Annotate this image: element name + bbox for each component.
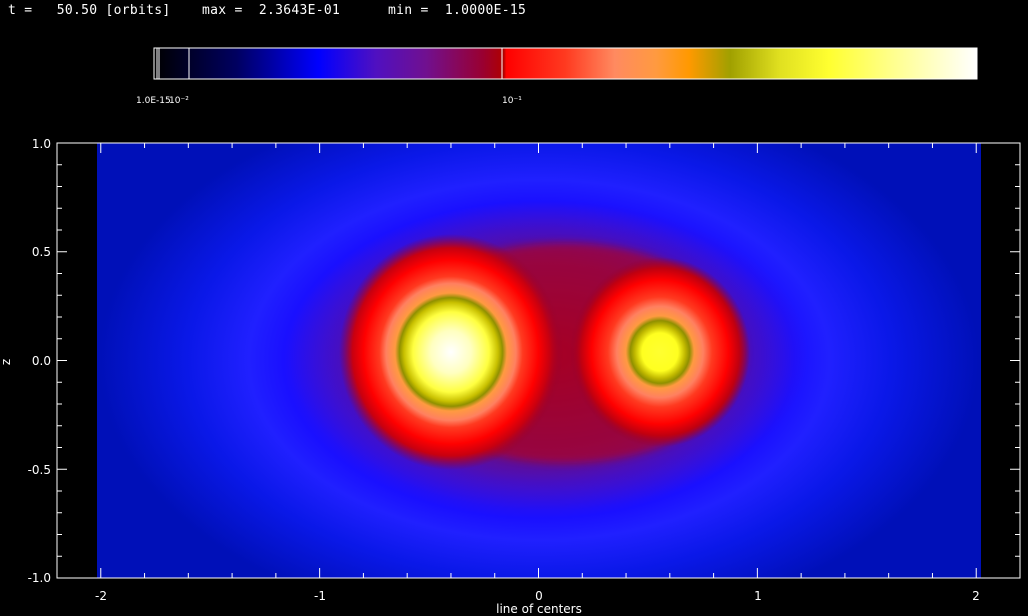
heatmap-plot: -2 -1 0 1 2 -1.0 -0.5 0.0 0.5 1.0 line o… [0, 137, 1021, 616]
y-tick-label: 0.0 [32, 354, 51, 368]
y-tick-label: -0.5 [28, 463, 51, 477]
x-tick-label: 1 [754, 589, 762, 603]
x-tick-label: 2 [972, 589, 980, 603]
y-tick-label: 1.0 [32, 137, 51, 151]
primary-density-peak [339, 234, 563, 470]
y-tick-label: 0.5 [32, 245, 51, 259]
density-field [97, 143, 981, 578]
secondary-density-peak [570, 257, 750, 447]
x-tick-label: -2 [95, 589, 107, 603]
x-tick-label: 0 [535, 589, 543, 603]
x-axis-label: line of centers [496, 602, 582, 616]
y-axis-label: z [0, 359, 13, 365]
y-tick-label: -1.0 [28, 571, 51, 585]
x-tick-label: -1 [314, 589, 326, 603]
